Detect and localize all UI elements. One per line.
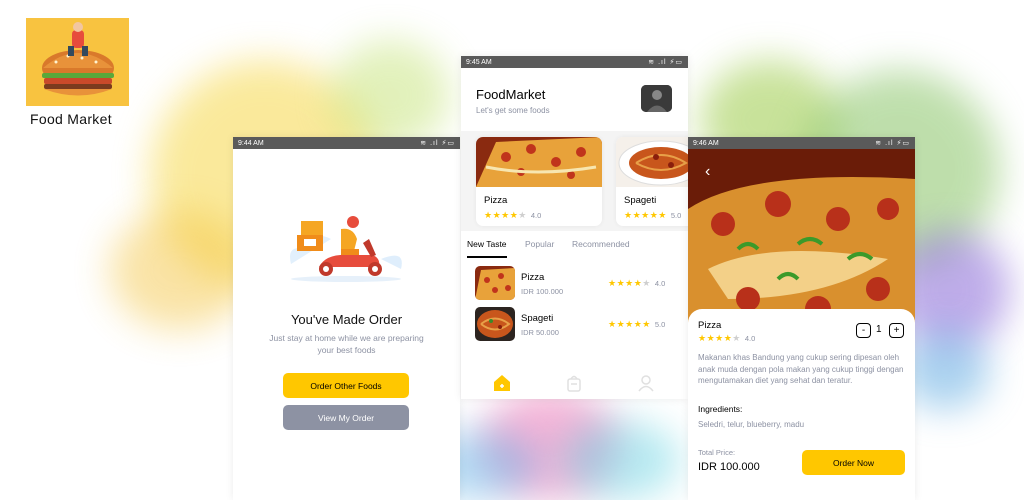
spaghetti-image: [616, 137, 688, 187]
food-card-rating: ★★★★★ 5.0: [624, 210, 681, 221]
tab-recommended[interactable]: Recommended: [572, 239, 630, 249]
status-bar: 9:45 AM ≋ .ıl ⚡▭: [461, 56, 688, 68]
active-tab-indicator: [467, 256, 507, 258]
rating-value: 4.0: [744, 334, 756, 343]
rating-value: 4.0: [530, 211, 542, 220]
order-success-title: You've Made Order: [290, 312, 403, 327]
order-other-foods-button[interactable]: Order Other Foods: [283, 373, 409, 398]
status-bar: 9:44 AM ≋ .ıl ⚡▭: [233, 137, 460, 149]
page-title: FoodMarket: [476, 87, 546, 102]
food-card-name: Spageti: [624, 195, 657, 206]
status-icons: ≋ .ıl ⚡▭: [420, 140, 455, 147]
profile-icon[interactable]: [636, 373, 656, 393]
burger-icon: [42, 22, 114, 96]
star-rating-icon: ★★★★★: [484, 210, 527, 220]
order-success-subtitle: Just stay at home while we are preparing…: [269, 333, 424, 355]
status-time: 9:46 AM: [693, 139, 719, 147]
quantity-increase-button[interactable]: +: [889, 323, 904, 338]
status-time: 9:44 AM: [238, 139, 264, 147]
list-item-rating: ★★★★★ 4.0: [608, 278, 665, 289]
order-success-screen: 9:44 AM ≋ .ıl ⚡▭ You've Made Order Just …: [233, 137, 460, 500]
pizza-image: [476, 137, 602, 187]
food-tabs-panel: New Taste Popular Recommended Pizza IDR …: [461, 231, 688, 366]
star-rating-icon: ★★★★★: [608, 319, 651, 329]
avatar[interactable]: [641, 85, 672, 112]
food-card[interactable]: Spageti ★★★★★ 5.0: [616, 137, 688, 226]
home-screen: 9:45 AM ≋ .ıl ⚡▭ FoodMarket Let's get so…: [461, 56, 688, 399]
paint-splash: [110, 210, 250, 330]
bag-icon[interactable]: [564, 373, 584, 393]
status-icons: ≋ .ıl ⚡▭: [648, 59, 683, 66]
view-my-order-button[interactable]: View My Order: [283, 405, 409, 430]
ingredients-list: Seledri, telur, blueberry, madu: [698, 420, 805, 429]
back-icon[interactable]: ‹: [705, 163, 710, 181]
tab-new-taste[interactable]: New Taste: [467, 239, 507, 249]
rating-value: 4.0: [654, 279, 666, 288]
star-rating-icon: ★★★★★: [624, 210, 667, 220]
status-time: 9:45 AM: [466, 58, 492, 66]
pizza-thumbnail: [475, 266, 515, 300]
list-item-price: IDR 50.000: [521, 328, 559, 337]
list-item-name: Spageti: [521, 313, 554, 324]
food-name: Pizza: [698, 320, 722, 331]
order-now-button[interactable]: Order Now: [802, 450, 905, 475]
paint-splash: [560, 420, 680, 500]
status-bar: 9:46 AM ≋ .ıl ⚡▭: [688, 137, 915, 149]
rating-value: 5.0: [654, 320, 666, 329]
list-item-name: Pizza: [521, 272, 545, 283]
list-item-rating: ★★★★★ 5.0: [608, 319, 665, 330]
food-rating: ★★★★★ 4.0: [698, 333, 755, 344]
food-card[interactable]: Pizza ★★★★★ 4.0: [476, 137, 602, 226]
app-logo: [26, 18, 129, 106]
paint-splash: [330, 40, 450, 150]
food-detail-sheet: Pizza ★★★★★ 4.0 - 1 + Makanan khas Bandu…: [688, 309, 915, 500]
list-item[interactable]: Pizza IDR 100.000 ★★★★★ 4.0: [461, 266, 688, 302]
quantity-value: 1: [876, 324, 882, 335]
quantity-decrease-button[interactable]: -: [856, 323, 871, 338]
tab-popular[interactable]: Popular: [525, 239, 554, 249]
status-icons: ≋ .ıl ⚡▭: [875, 140, 910, 147]
list-item-price: IDR 100.000: [521, 287, 564, 296]
spaghetti-thumbnail: [475, 307, 515, 341]
food-description: Makanan khas Bandung yang cukup sering d…: [698, 353, 904, 385]
list-item[interactable]: Spageti IDR 50.000 ★★★★★ 5.0: [461, 307, 688, 343]
star-rating-icon: ★★★★★: [608, 278, 651, 288]
food-detail-screen: 9:46 AM ≋ .ıl ⚡▭ ‹ Pizza ★★★★★ 4.0 - 1 +…: [688, 137, 915, 500]
total-price-value: IDR 100.000: [698, 461, 760, 473]
home-header: FoodMarket Let's get some foods: [461, 68, 688, 131]
total-price-label: Total Price:: [698, 448, 736, 457]
delivery-illustration: [290, 216, 402, 282]
bottom-navigation: [461, 366, 688, 399]
home-icon[interactable]: [492, 373, 512, 393]
ingredients-title: Ingredients:: [698, 404, 743, 414]
food-card-rating: ★★★★★ 4.0: [484, 210, 541, 221]
food-card-name: Pizza: [484, 195, 508, 206]
rating-value: 5.0: [670, 211, 682, 220]
star-rating-icon: ★★★★★: [698, 333, 741, 343]
page-subtitle: Let's get some foods: [476, 106, 550, 115]
brand-caption: Food Market: [30, 111, 112, 127]
